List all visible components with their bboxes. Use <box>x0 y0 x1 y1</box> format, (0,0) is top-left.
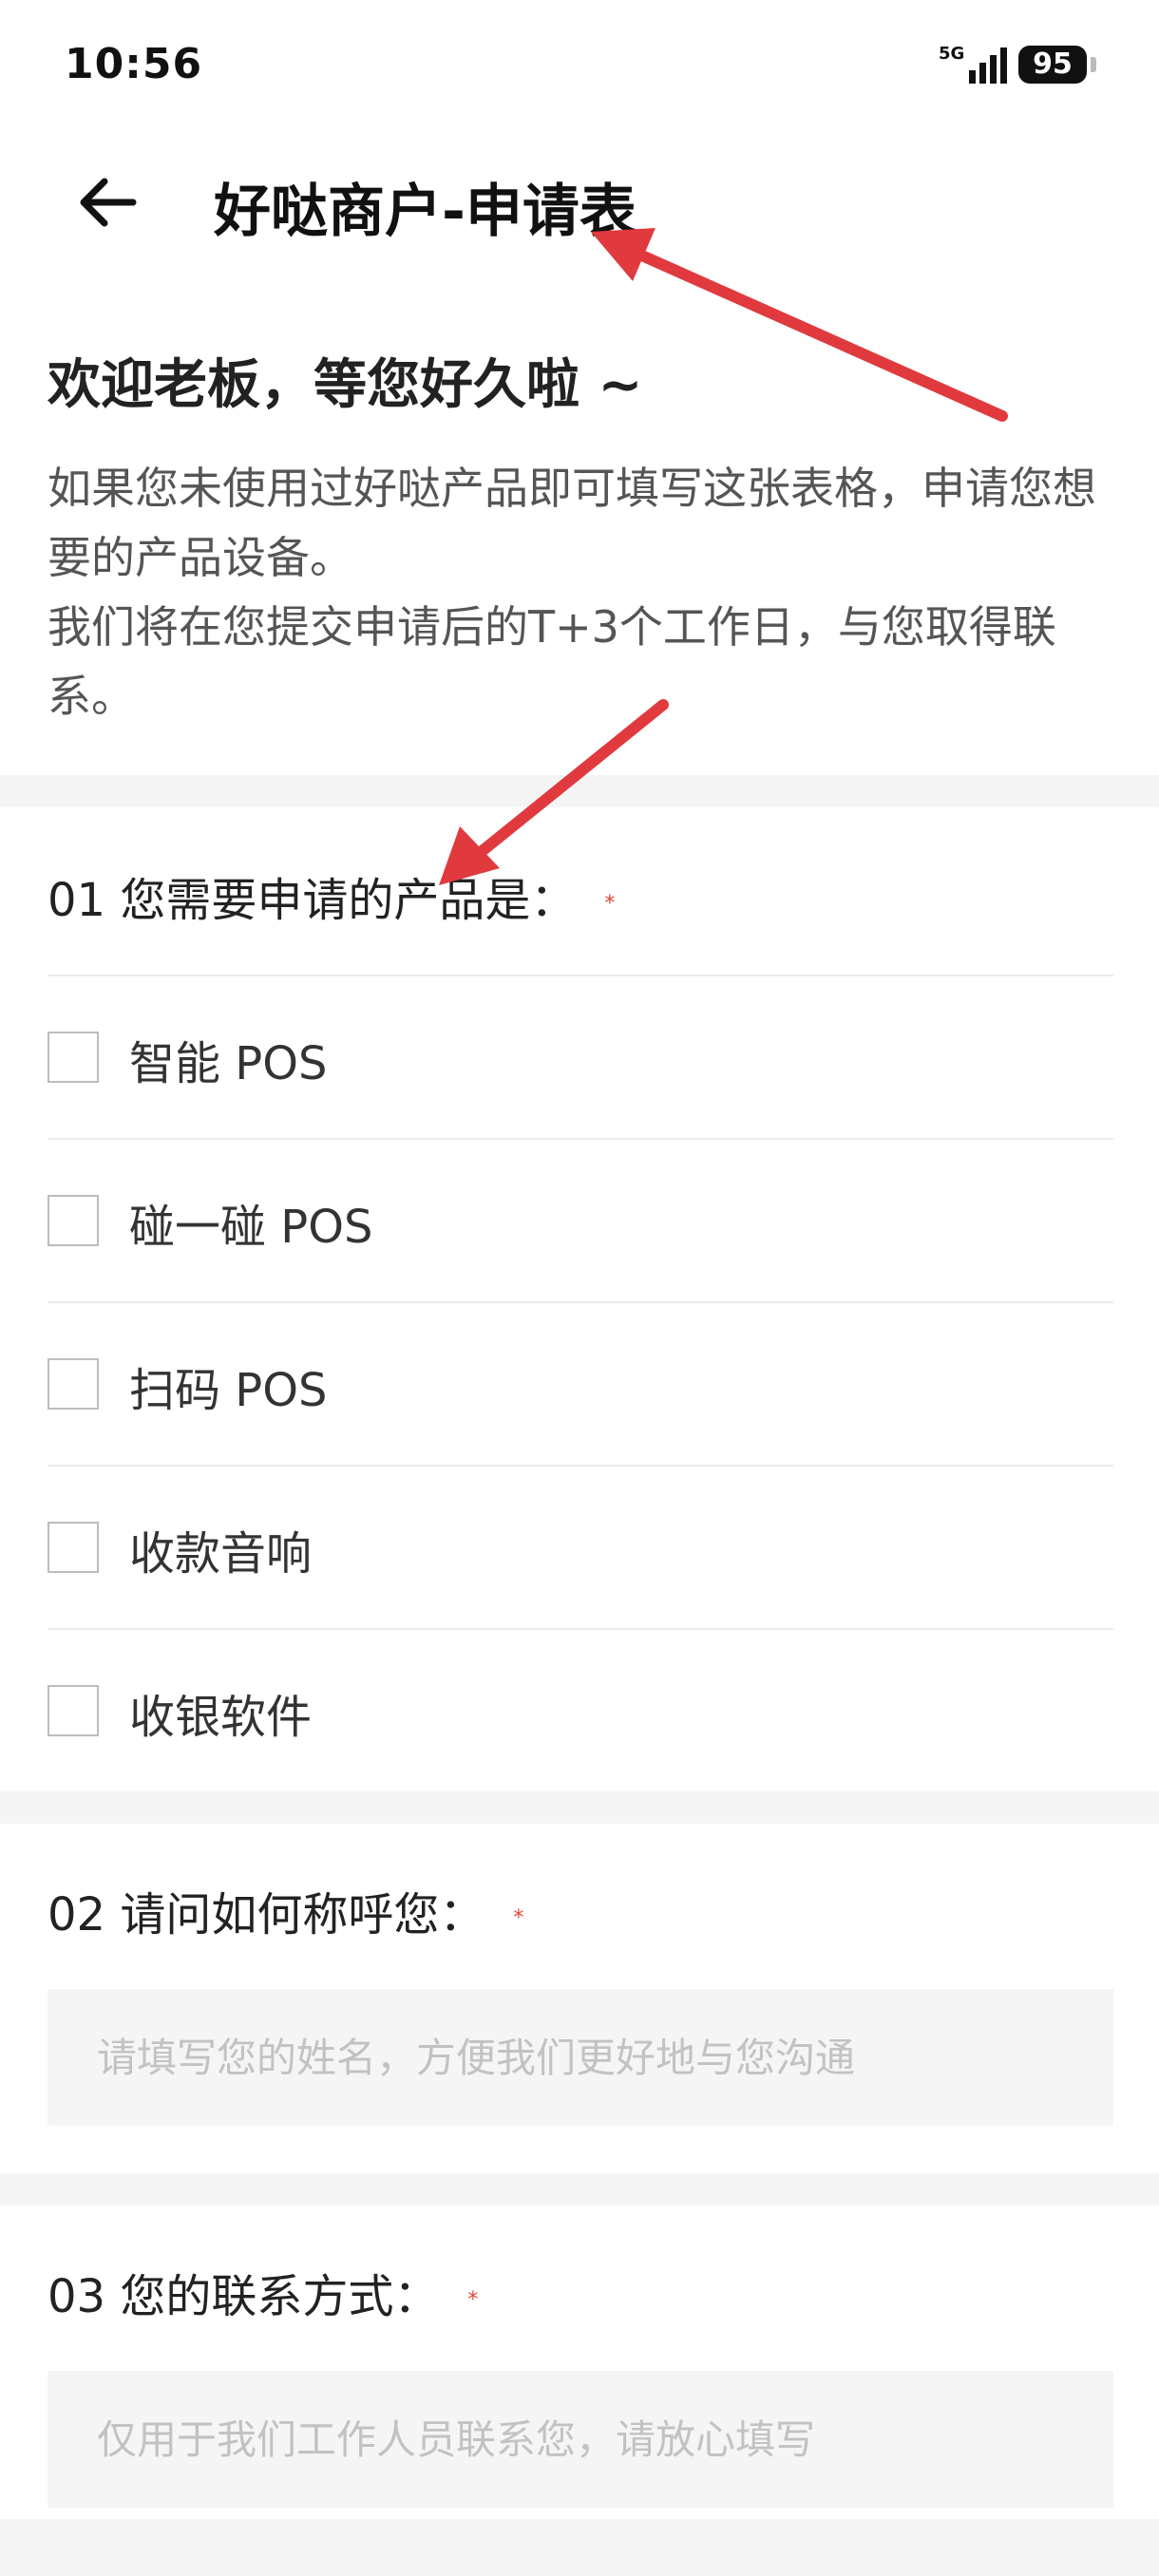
option-cashier-software[interactable]: 收银软件 <box>48 1628 1113 1793</box>
status-bar: 10:56 5G 95 <box>0 0 1159 133</box>
option-scan-pos[interactable]: 扫码 POS <box>48 1301 1113 1467</box>
signal-icon <box>969 47 1007 84</box>
intro-text: 如果您未使用过好哒产品即可填写这张表格，申请您想要的产品设备。 我们将在您提交申… <box>48 454 1121 731</box>
option-smart-pos[interactable]: 智能 POS <box>48 975 1113 1140</box>
option-label: 智能 POS <box>129 1037 328 1090</box>
network-indicator: 5G <box>939 44 965 64</box>
welcome-title: 欢迎老板，等您好久啦 ~ <box>48 354 643 416</box>
section-divider <box>0 1791 1159 1824</box>
option-label: 碰一碰 POS <box>129 1201 373 1254</box>
option-tap-pos[interactable]: 碰一碰 POS <box>48 1138 1113 1303</box>
checkbox[interactable] <box>48 1685 99 1736</box>
required-mark: * <box>604 891 616 916</box>
question-1-label: 01 您需要申请的产品是： * <box>48 862 615 929</box>
nav-bar: 好哒商户-申请表 <box>0 133 1159 275</box>
status-time: 10:56 <box>65 40 203 88</box>
question-1-text: 01 您需要申请的产品是： <box>48 874 577 927</box>
required-mark: * <box>467 2287 479 2312</box>
question-3-text: 03 您的联系方式： <box>48 2270 440 2323</box>
intro-line-1: 如果您未使用过好哒产品即可填写这张表格，申请您想要的产品设备。 <box>48 463 1096 583</box>
contact-field-container <box>48 2371 1113 2508</box>
battery-cap <box>1091 57 1096 72</box>
required-mark: * <box>513 1905 524 1930</box>
name-field-container <box>48 1989 1113 2126</box>
intro-line-2: 我们将在您提交申请后的T+3个工作日，与您取得联系。 <box>48 601 1056 722</box>
question-2-label: 02 请问如何称呼您： * <box>48 1877 523 1943</box>
name-input[interactable] <box>48 1989 1113 2126</box>
option-label: 收款音响 <box>129 1527 313 1581</box>
option-label: 收银软件 <box>129 1691 313 1744</box>
section-divider <box>0 2519 1159 2576</box>
question-3-label: 03 您的联系方式： * <box>48 2259 478 2325</box>
option-label: 扫码 POS <box>129 1364 328 1417</box>
question-2-text: 02 请问如何称呼您： <box>48 1888 485 1941</box>
checkbox[interactable] <box>48 1522 99 1573</box>
battery-icon: 95 <box>1018 46 1087 84</box>
page-title: 好哒商户-申请表 <box>214 179 636 245</box>
contact-input[interactable] <box>48 2371 1113 2508</box>
option-payment-speaker[interactable]: 收款音响 <box>48 1465 1113 1630</box>
checkbox[interactable] <box>48 1032 99 1083</box>
section-divider <box>0 2173 1159 2206</box>
back-arrow-icon[interactable] <box>74 169 141 236</box>
checkbox[interactable] <box>48 1195 99 1246</box>
section-divider <box>0 775 1159 807</box>
checkbox[interactable] <box>48 1358 99 1410</box>
